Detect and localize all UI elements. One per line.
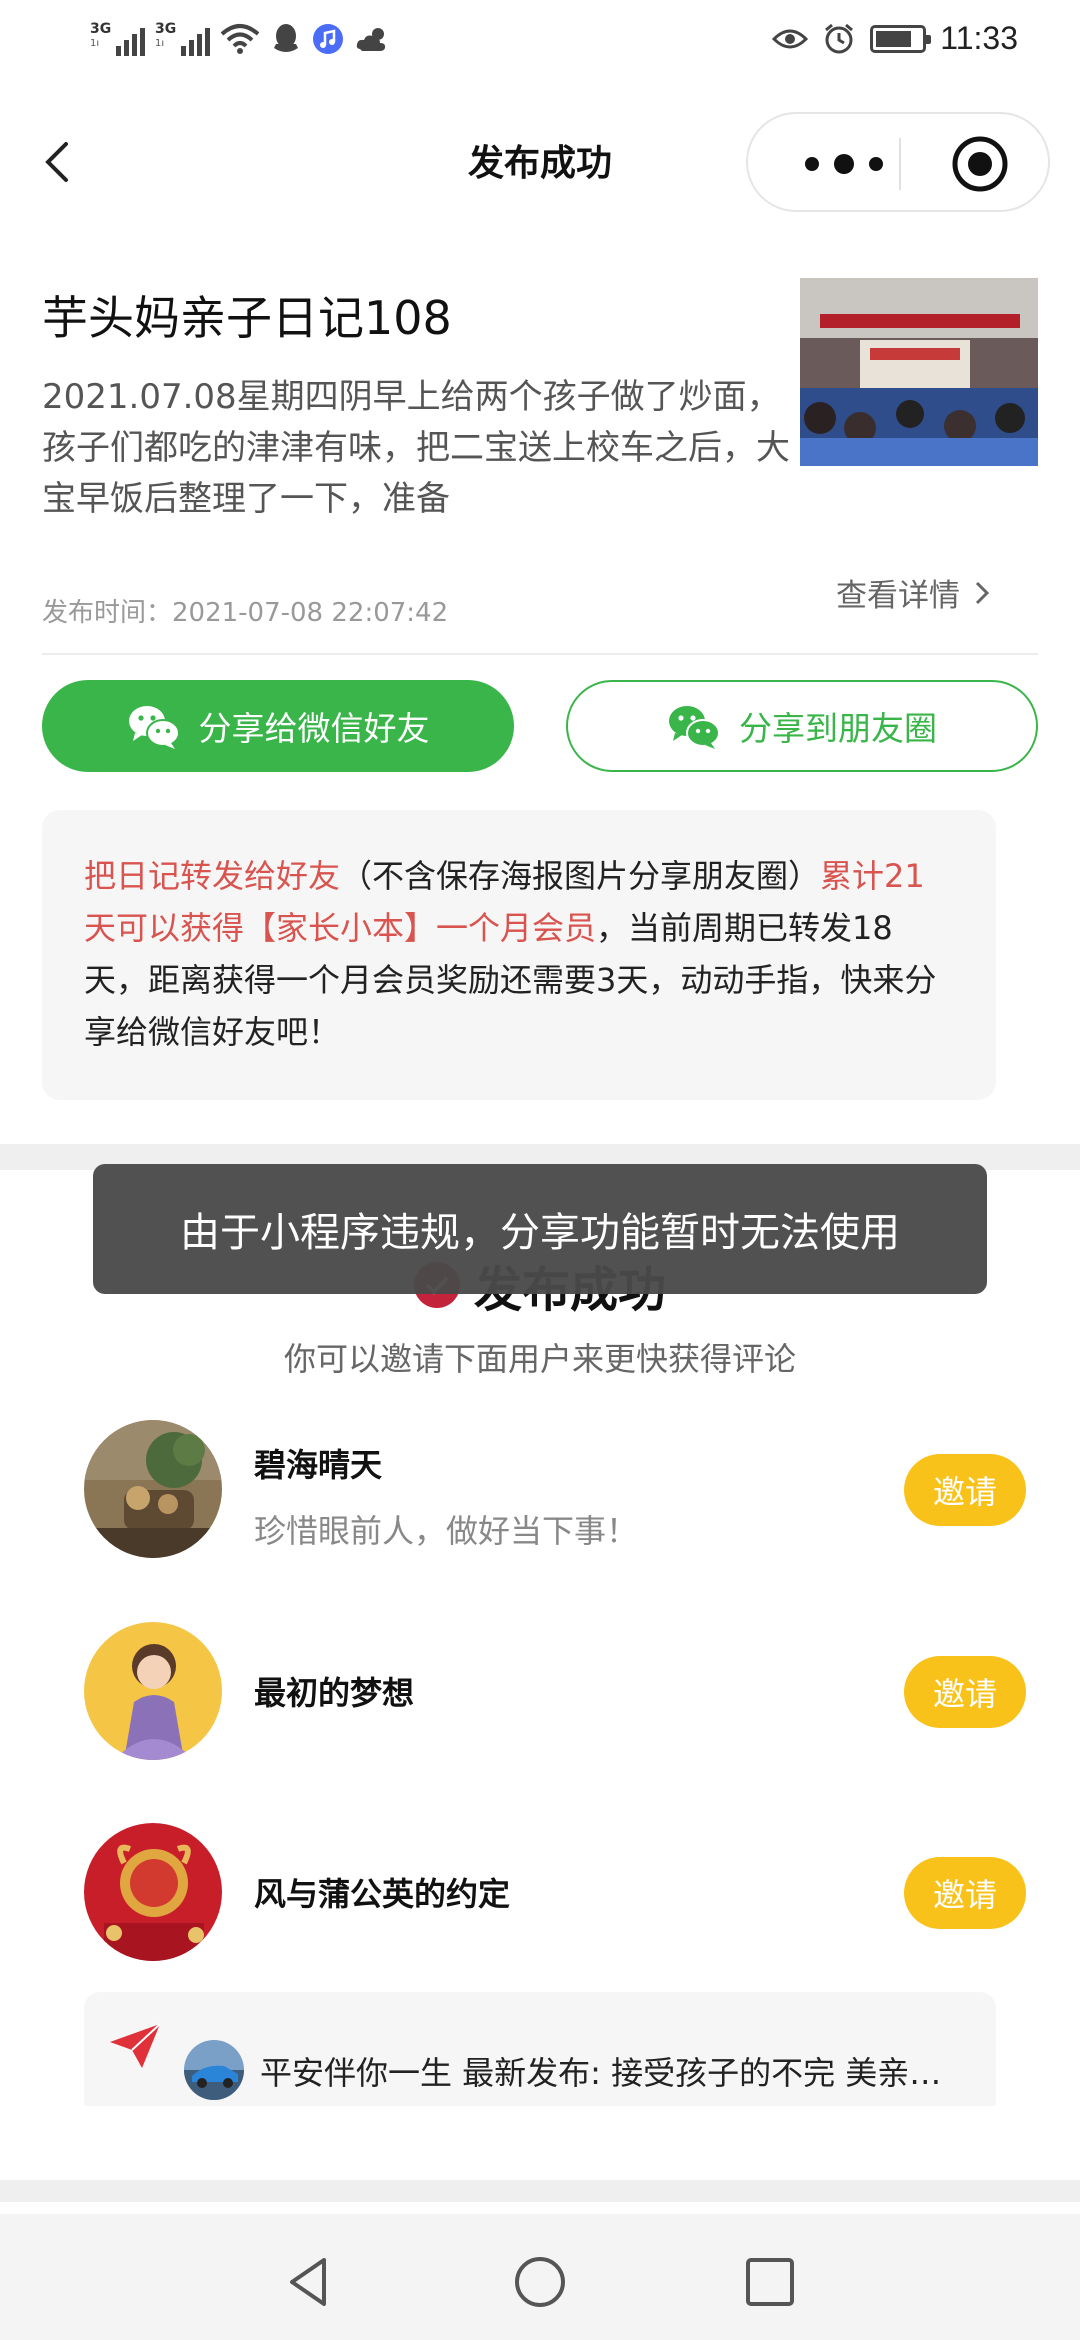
chevron-right-icon <box>975 581 990 604</box>
avatar[interactable] <box>84 1420 222 1558</box>
latest-post-strip[interactable]: 平安伴你一生 最新发布: 接受孩子的不完 美亲… <box>84 1992 996 2106</box>
eye-icon <box>772 29 809 48</box>
status-left: 3G 1ı 3G 1ı <box>90 22 392 56</box>
invite-user-row: 风与蒲公英的约定 邀请 <box>84 1823 1026 1963</box>
battery-icon <box>870 24 932 53</box>
invite-button[interactable]: 邀请 <box>904 1656 1026 1728</box>
close-miniprogram-icon[interactable] <box>950 134 1010 194</box>
user-name: 风与蒲公英的约定 <box>254 1875 511 1913</box>
nav-home-icon[interactable] <box>512 2254 568 2310</box>
article-excerpt[interactable]: 2021.07.08星期四阴早上给两个孩子做了炒面，孩子们都吃的津津有味，把二宝… <box>42 372 792 525</box>
wechat-icon <box>128 706 180 749</box>
user-name: 碧海晴天 <box>254 1446 383 1484</box>
weather-icon <box>356 28 386 51</box>
section-separator <box>0 2180 1080 2202</box>
article-thumbnail[interactable] <box>800 278 1038 466</box>
qq-icon <box>274 24 298 52</box>
invite-button[interactable]: 邀请 <box>904 1454 1026 1526</box>
wifi-icon <box>220 24 260 54</box>
more-dots-icon[interactable] <box>794 144 904 184</box>
nav-recent-apps-icon[interactable] <box>742 2254 798 2310</box>
network-type-label: 3G <box>155 21 177 37</box>
invite-user-row: 碧海晴天 珍惜眼前人，做好当下事！ 邀请 <box>84 1420 1026 1560</box>
avatar[interactable] <box>84 1823 222 1961</box>
system-navigation-bar <box>0 2214 1080 2340</box>
navbar: 发布成功 <box>0 100 1080 220</box>
network-type-label: 3G <box>90 21 112 37</box>
miniprogram-capsule <box>746 112 1050 212</box>
status-bar: 3G 1ı 3G 1ı 11:33 <box>0 0 1080 86</box>
notice-text: （不含保存海报图片分享朋友圈） <box>340 857 821 895</box>
share-to-friend-button[interactable]: 分享给微信好友 <box>42 680 514 772</box>
share-to-friend-label: 分享给微信好友 <box>198 709 430 748</box>
avatar <box>184 2040 244 2100</box>
music-icon <box>313 24 343 54</box>
view-detail-link[interactable]: 查看详情 <box>836 570 990 615</box>
alarm-icon <box>825 23 854 53</box>
signal-icon: 3G 1ı <box>90 22 145 56</box>
article-title[interactable]: 芋头妈亲子日记108 <box>42 282 452 348</box>
clock: 11:33 <box>940 20 1018 56</box>
divider <box>42 653 1038 655</box>
status-right: 11:33 <box>772 20 1018 57</box>
avatar[interactable] <box>84 1622 222 1760</box>
notice-highlight: 把日记转发给好友 <box>84 857 341 895</box>
wechat-icon <box>669 706 720 749</box>
toast-message: 由于小程序违规，分享功能暂时无法使用 <box>93 1164 987 1294</box>
user-name: 最初的梦想 <box>254 1674 415 1712</box>
user-signature: 珍惜眼前人，做好当下事！ <box>254 1512 639 1550</box>
view-detail-label: 查看详情 <box>836 578 960 614</box>
reward-notice: 把日记转发给好友（不含保存海报图片分享朋友圈）累计21天可以获得【家长小本】一个… <box>42 810 996 1100</box>
invite-hint: 你可以邀请下面用户来更快获得评论 <box>283 1340 796 1378</box>
capsule-divider <box>899 138 901 190</box>
signal-icon: 3G 1ı <box>155 22 210 56</box>
share-to-moments-button[interactable]: 分享到朋友圈 <box>566 680 1038 772</box>
nav-back-icon[interactable] <box>282 2254 338 2310</box>
invite-user-row: 最初的梦想 邀请 <box>84 1622 1026 1762</box>
publish-time: 发布时间：2021-07-08 22:07:42 <box>42 598 449 628</box>
invite-button[interactable]: 邀请 <box>904 1857 1026 1929</box>
latest-post-text: 平安伴你一生 最新发布: 接受孩子的不完 美亲… <box>260 2054 942 2092</box>
share-to-moments-label: 分享到朋友圈 <box>739 709 937 748</box>
paper-plane-icon <box>110 2023 161 2068</box>
